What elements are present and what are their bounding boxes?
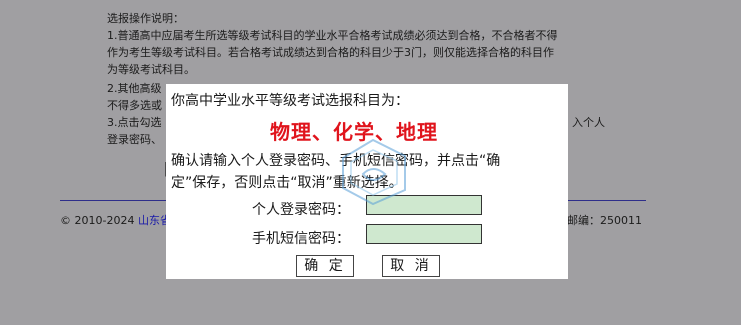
sms-code-input[interactable]: [366, 224, 482, 244]
watermark-logo: [333, 128, 413, 208]
sms-label: 手机短信密码：: [252, 231, 350, 247]
instruction-item-3: 3.点击勾选 登录密码、: [107, 116, 162, 146]
instruction-item-3-tail: 入个人: [572, 116, 605, 129]
confirm-button[interactable]: 确 定: [296, 255, 354, 277]
footer-copyright: © 2010-2024 山东省: [60, 212, 171, 229]
cancel-button[interactable]: 取 消: [382, 255, 440, 277]
copyright-text: © 2010-2024: [60, 214, 135, 227]
footer-postcode: 邮编：250011: [567, 214, 642, 227]
instruction-item-2: 2.其他高级 不得多选或: [107, 82, 162, 112]
dialog-heading: 你高中学业水平等级考试选报科目为：: [171, 93, 409, 109]
instructions-title: 选报操作说明：: [107, 12, 184, 25]
instruction-item-1: 1.普通高中应届考生所选等级考试科目的学业水平合格考试成绩必须达到合格，不合格者…: [107, 29, 558, 76]
watermark-logo-icon: [342, 138, 406, 206]
